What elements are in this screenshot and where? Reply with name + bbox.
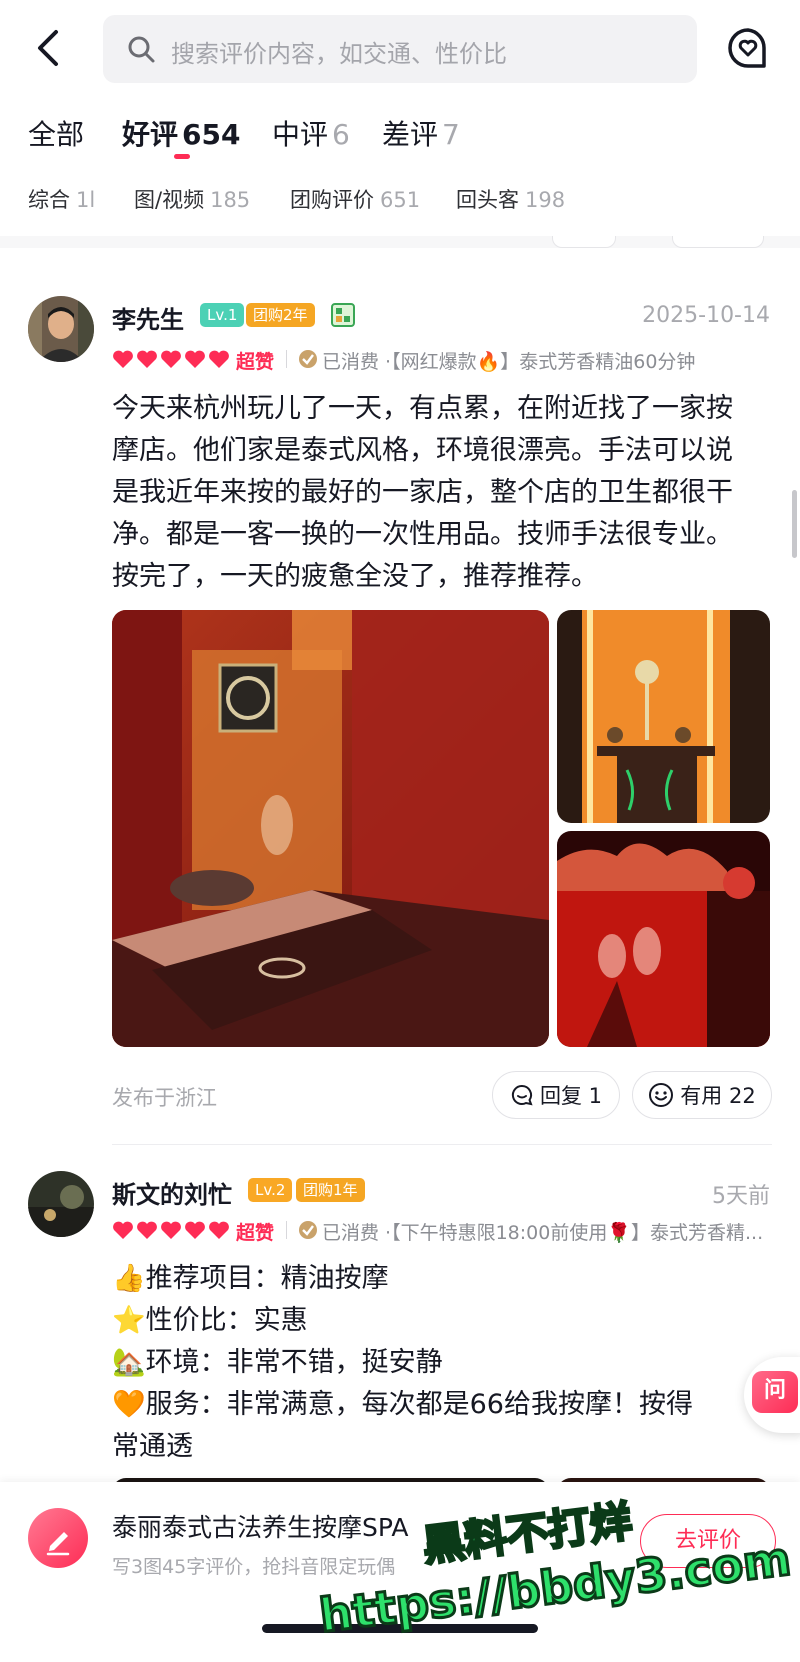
search-placeholder: 搜索评价内容，如交通、性价比 [171, 40, 507, 68]
filter-label: 回头客 [456, 188, 519, 212]
review-line: 🏡环境：非常不错，挺安静 [112, 1347, 443, 1378]
level-badge: Lv.1 [200, 303, 245, 327]
group-buy-badge: 团购1年 [296, 1178, 365, 1202]
review-line: 是我近年来按的最好的一家店，整个店的卫生都很干 [112, 477, 733, 508]
review-photo[interactable] [112, 610, 549, 1047]
avatar[interactable] [28, 296, 94, 362]
previous-reply-button [552, 236, 616, 248]
tab-positive[interactable]: 好评 654 [122, 113, 240, 153]
filter-row: 综合 1l 图/视频 185 团购评价 651 回头客 198 [0, 180, 800, 220]
purchase-info: 已消费 ·【网红爆款🔥】泰式芳香精油60分钟 [322, 351, 696, 373]
review-line: 今天来杭州玩儿了一天，有点累，在附近找了一家按 [112, 393, 733, 424]
tab-label: 好评 [122, 118, 179, 151]
top-bar: 搜索评价内容，如交通、性价比 [0, 0, 800, 100]
star-rating [112, 346, 232, 372]
shop-name: 泰丽泰式古法养生按摩SPA [112, 1513, 409, 1542]
filter-label: 团购评价 [290, 188, 374, 212]
smile-icon [649, 1083, 674, 1107]
tab-negative[interactable]: 差评 7 [382, 113, 460, 153]
comment-icon [511, 1084, 533, 1106]
review-photo[interactable] [557, 831, 770, 1047]
tab-count: 654 [182, 118, 241, 151]
meta-divider [286, 1221, 287, 1239]
level-badge: Lv.2 [248, 1178, 293, 1202]
filter-returning[interactable]: 回头客 198 [456, 184, 565, 214]
heart-star-icon [113, 350, 133, 368]
message-heart-icon[interactable] [726, 26, 770, 70]
group-buy-badge: 团购2年 [246, 303, 315, 327]
filter-overall[interactable]: 综合 1l [28, 184, 95, 214]
ask-label: 问 [752, 1371, 798, 1413]
heart-star-icon [161, 1221, 181, 1239]
review-text: 👍推荐项目：精油按摩 ⭐性价比：实惠 🏡环境：非常不错，挺安静 🧡服务：非常满意… [112, 1258, 772, 1468]
review-hint: 写3图45字评价，抢抖音限定玩偶 [112, 1556, 396, 1578]
heart-star-icon [185, 350, 205, 368]
search-bar[interactable]: 搜索评价内容，如交通、性价比 [103, 15, 697, 83]
filter-count: 1l [76, 188, 96, 212]
useful-button[interactable]: 有用 22 [632, 1071, 772, 1119]
heart-star-icon [113, 1221, 133, 1239]
heart-star-icon [209, 1221, 229, 1239]
review-text: 今天来杭州玩儿了一天，有点累，在附近找了一家按 摩店。他们家是泰式风格，环境很漂… [112, 388, 772, 598]
useful-count: 有用 22 [680, 1084, 756, 1108]
write-review-icon[interactable] [28, 1508, 88, 1568]
avatar[interactable] [28, 1171, 94, 1237]
heart-star-icon [161, 350, 181, 368]
reply-button[interactable]: 回复 1 [492, 1071, 620, 1119]
rating-praise: 超赞 [236, 1222, 275, 1244]
scrollbar[interactable] [792, 490, 797, 558]
review-line: 常通透 [112, 1431, 193, 1462]
tab-count: 7 [442, 118, 460, 151]
active-tab-indicator [174, 154, 190, 159]
review-line: 👍推荐项目：精油按摩 [112, 1263, 389, 1294]
grid-badge-icon [331, 303, 355, 327]
review-line: 摩店。他们家是泰式风格，环境很漂亮。手法可以说 [112, 435, 733, 466]
rating-tabs: 全部 好评 654 中评 6 差评 7 [0, 108, 800, 168]
back-arrow-icon[interactable] [30, 26, 70, 70]
review-divider [112, 1144, 772, 1145]
review-line: ⭐性价比：实惠 [112, 1305, 308, 1336]
purchase-info: 已消费 ·【下午特惠限18:00前使用🌹】泰式芳香精... [322, 1222, 762, 1244]
filter-media[interactable]: 图/视频 185 [134, 184, 250, 214]
star-rating [112, 1217, 232, 1243]
meta-divider [286, 350, 287, 368]
tab-label: 差评 [382, 118, 439, 151]
filter-group-buy[interactable]: 团购评价 651 [290, 184, 420, 214]
search-icon [128, 36, 155, 63]
rating-praise: 超赞 [236, 351, 275, 373]
review-date: 5天前 [712, 1184, 770, 1209]
username[interactable]: 李先生 [112, 300, 184, 335]
tab-label: 中评 [272, 118, 329, 151]
filter-label: 综合 [28, 188, 70, 212]
review-line: 按完了，一天的疲惫全没了，推荐推荐。 [112, 561, 598, 592]
heart-star-icon [137, 1221, 157, 1239]
tab-count: 6 [332, 118, 350, 151]
heart-star-icon [185, 1221, 205, 1239]
review-date: 2025-10-14 [642, 303, 770, 328]
heart-star-icon [209, 350, 229, 368]
consumed-check-icon [299, 350, 317, 368]
previous-useful-button [672, 236, 764, 248]
reply-count: 回复 1 [539, 1084, 603, 1108]
filter-count: 651 [380, 188, 421, 212]
filter-count: 185 [210, 188, 251, 212]
heart-star-icon [137, 350, 157, 368]
post-location: 发布于浙江 [112, 1086, 217, 1110]
consumed-check-icon [299, 1221, 317, 1239]
review-line: 🧡服务：非常满意，每次都是66给我按摩！按得 [112, 1389, 693, 1420]
tab-all[interactable]: 全部 [28, 113, 84, 153]
username[interactable]: 斯文的刘忙 [112, 1175, 232, 1210]
review-photo[interactable] [557, 610, 770, 823]
filter-count: 198 [525, 188, 566, 212]
filter-label: 图/视频 [134, 188, 205, 212]
tab-neutral[interactable]: 中评 6 [272, 113, 350, 153]
tab-label: 全部 [28, 118, 85, 151]
review-line: 净。都是一客一换的一次性用品。技师手法很专业。 [112, 519, 733, 550]
review-page: 搜索评价内容，如交通、性价比 全部 好评 654 中评 6 差评 7 综合 1l 图/视… [0, 0, 800, 1662]
